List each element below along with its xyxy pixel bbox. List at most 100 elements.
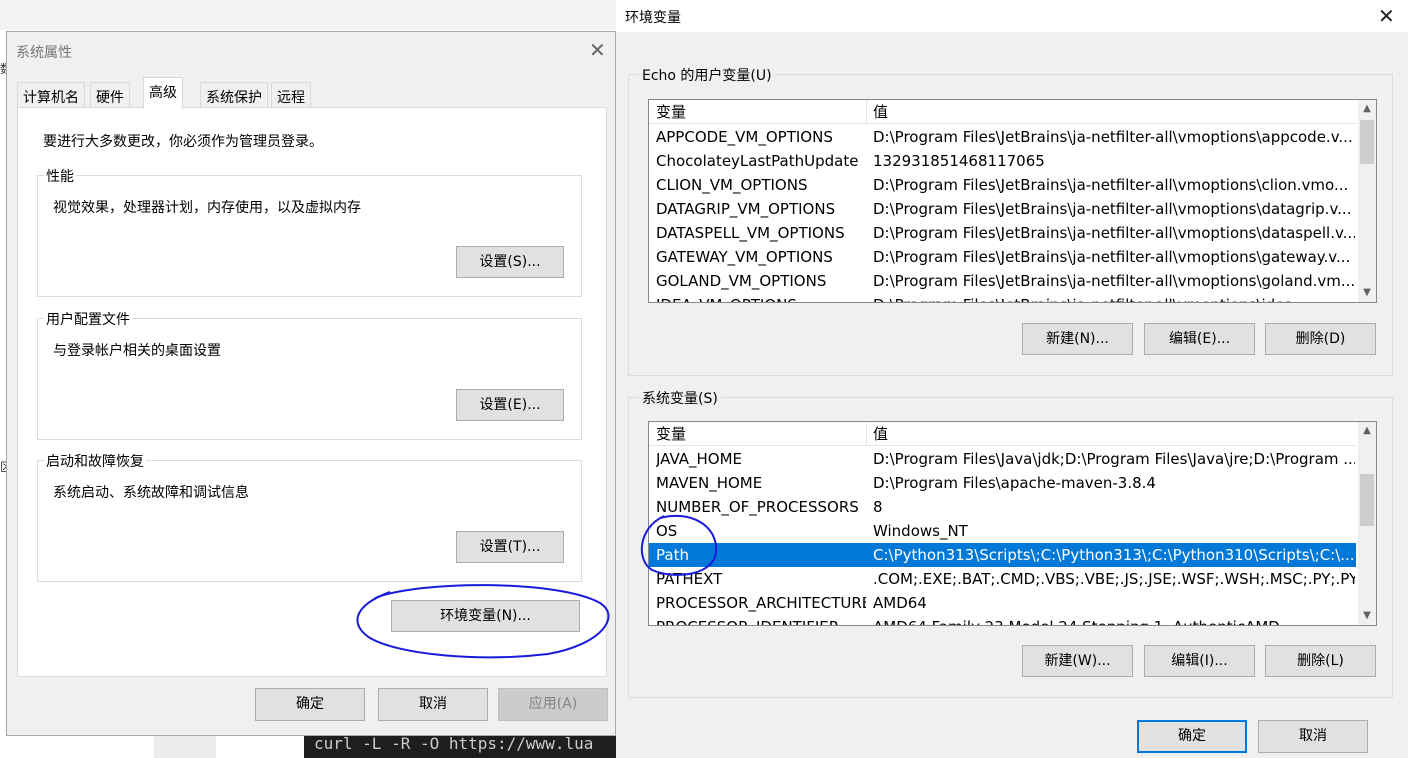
close-icon[interactable]: ✕ <box>1378 6 1395 26</box>
variable-name: JAVA_HOME <box>656 450 743 468</box>
scroll-down-icon[interactable]: ▼ <box>1358 284 1376 302</box>
variable-name: GOLAND_VM_OPTIONS <box>656 272 827 290</box>
user-delete-button[interactable]: 删除(D) <box>1265 323 1376 355</box>
variable-value: 8 <box>873 498 883 516</box>
table-row[interactable]: PROCESSOR_ARCHITECTURE AMD64 <box>649 591 1356 615</box>
table-row[interactable]: IDEA_VM_OPTIONS D:\Program Files\JetBrain… <box>649 293 1356 302</box>
group-title: 用户配置文件 <box>44 309 132 329</box>
table-row[interactable]: ChocolateyLastPathUpdate 1329318514681170… <box>649 149 1356 173</box>
variable-name: APPCODE_VM_OPTIONS <box>656 128 833 146</box>
section-title: Echo 的用户变量(U) <box>639 65 775 85</box>
table-row[interactable]: CLION_VM_OPTIONS D:\Program Files\JetBrai… <box>649 173 1356 197</box>
variable-name: DATASPELL_VM_OPTIONS <box>656 224 845 242</box>
tab-computer-name[interactable]: 计算机名 <box>17 82 85 108</box>
variable-name: PATHEXT <box>656 570 723 588</box>
scroll-down-icon[interactable]: ▼ <box>1358 607 1376 625</box>
scroll-up-icon[interactable]: ▲ <box>1358 422 1376 440</box>
variable-name: Path <box>656 546 689 564</box>
group-description: 系统启动、系统故障和调试信息 <box>53 485 249 501</box>
user-profiles-settings-button[interactable]: 设置(E)... <box>456 389 564 421</box>
environment-variables-button[interactable]: 环境变量(N)... <box>391 600 580 632</box>
group-title: 性能 <box>44 166 76 186</box>
user-variables-list[interactable]: 变量 值 APPCODE_VM_OPTIONS D:\Program Files\… <box>648 99 1377 303</box>
admin-note: 要进行大多数更改，你必须作为管理员登录。 <box>43 134 323 150</box>
tab-advanced[interactable]: 高级 <box>143 77 183 109</box>
user-new-button[interactable]: 新建(N)... <box>1022 323 1133 355</box>
advanced-tab-page: 要进行大多数更改，你必须作为管理员登录。 性能 视觉效果，处理器计划，内存使用，… <box>17 107 607 677</box>
column-header-value[interactable]: 值 <box>873 100 888 124</box>
close-icon[interactable]: ✕ <box>589 40 606 60</box>
ok-button[interactable]: 确定 <box>255 688 365 721</box>
table-row[interactable]: NUMBER_OF_PROCESSORS 8 <box>649 495 1356 519</box>
cancel-button[interactable]: 取消 <box>378 688 488 721</box>
environment-variables-dialog: 环境变量 ✕ Echo 的用户变量(U) 变量 值 APPCODE_VM_OPT… <box>616 0 1408 758</box>
list-header: 变量 值 <box>649 100 1356 124</box>
variable-name: IDEA_VM_OPTIONS <box>656 293 866 302</box>
variable-name: GATEWAY_VM_OPTIONS <box>656 248 833 266</box>
table-row[interactable]: JAVA_HOME D:\Program Files\Java\jdk;D:\Pr… <box>649 447 1356 471</box>
scroll-thumb[interactable] <box>1360 474 1374 526</box>
variable-value: AMD64 Family 23 Model 24 Stepping 1, Aut… <box>873 615 1355 625</box>
variable-value: Windows_NT <box>873 522 968 540</box>
tab-remote[interactable]: 远程 <box>271 82 311 108</box>
table-row[interactable]: PATHEXT .COM;.EXE;.BAT;.CMD;.VBS;.VBE;.JS… <box>649 567 1356 591</box>
system-list-scrollbar[interactable]: ▲ ▼ <box>1358 422 1376 625</box>
title-bar: 环境变量 ✕ <box>616 0 1408 32</box>
variable-name: NUMBER_OF_PROCESSORS <box>656 498 859 516</box>
scroll-up-icon[interactable]: ▲ <box>1358 100 1376 118</box>
system-delete-button[interactable]: 删除(L) <box>1265 645 1376 677</box>
table-row[interactable]: APPCODE_VM_OPTIONS D:\Program Files\JetBr… <box>649 125 1356 149</box>
table-row[interactable]: DATASPELL_VM_OPTIONS D:\Program Files\Jet… <box>649 221 1356 245</box>
system-variables-list[interactable]: 变量 值 JAVA_HOME D:\Program Files\Java\jdk;… <box>648 421 1377 626</box>
background-window-strip <box>0 0 616 30</box>
variable-name: CLION_VM_OPTIONS <box>656 176 808 194</box>
group-title: 启动和故障恢复 <box>44 451 146 471</box>
ok-button[interactable]: 确定 <box>1137 720 1247 753</box>
table-row[interactable]: PROCESSOR_IDENTIFIER AMD64 Family 23 Mode… <box>649 615 1356 625</box>
column-header-value[interactable]: 值 <box>873 422 888 446</box>
table-row[interactable]: DATAGRIP_VM_OPTIONS D:\Program Files\JetB… <box>649 197 1356 221</box>
table-row[interactable]: OS Windows_NT <box>649 519 1356 543</box>
dialog-title: 系统属性 <box>16 45 72 61</box>
startup-settings-button[interactable]: 设置(T)... <box>456 531 564 563</box>
system-new-button[interactable]: 新建(W)... <box>1022 645 1133 677</box>
group-description: 视觉效果，处理器计划，内存使用，以及虚拟内存 <box>53 200 361 216</box>
table-row[interactable]: MAVEN_HOME D:\Program Files\apache-maven-… <box>649 471 1356 495</box>
performance-settings-button[interactable]: 设置(S)... <box>456 246 564 278</box>
variable-name: MAVEN_HOME <box>656 474 763 492</box>
table-row[interactable]: Path C:\Python313\Scripts\;C:\Python313\;… <box>649 543 1356 567</box>
column-header-variable[interactable]: 变量 <box>656 100 686 124</box>
system-properties-dialog: 系统属性 ✕ 计算机名 硬件 高级 系统保护 远程 要进行大多数更改，你必须作为… <box>6 31 616 736</box>
variable-value: D:\Program Files\JetBrains\ja-netfilter-… <box>873 272 1355 290</box>
section-title: 系统变量(S) <box>639 388 721 408</box>
column-header-variable[interactable]: 变量 <box>656 422 686 446</box>
column-divider[interactable] <box>866 100 867 124</box>
variable-value: D:\Program Files\JetBrains\ja-netfilter-… <box>873 128 1353 146</box>
apply-button[interactable]: 应用(A) <box>498 688 608 721</box>
table-row[interactable]: GOLAND_VM_OPTIONS D:\Program Files\JetBra… <box>649 269 1356 293</box>
variable-value: D:\Program Files\JetBrains\ja-netfilter-… <box>873 200 1352 218</box>
cancel-button[interactable]: 取消 <box>1258 720 1368 753</box>
table-row[interactable]: GATEWAY_VM_OPTIONS D:\Program Files\JetBr… <box>649 245 1356 269</box>
variable-name: DATAGRIP_VM_OPTIONS <box>656 200 836 218</box>
variable-value: D:\Program Files\JetBrains\ja-netfilter-… <box>873 248 1351 266</box>
user-profiles-group: 用户配置文件 与登录帐户相关的桌面设置 设置(E)... <box>37 309 582 440</box>
tab-hardware[interactable]: 硬件 <box>90 82 130 108</box>
tab-system-protection[interactable]: 系统保护 <box>200 82 268 108</box>
variable-value: D:\Program Files\Java\jdk;D:\Program Fil… <box>873 450 1355 468</box>
performance-group: 性能 视觉效果，处理器计划，内存使用，以及虚拟内存 设置(S)... <box>37 166 582 297</box>
variable-value: 132931851468117065 <box>873 152 1045 170</box>
variable-value: D:\Program Files\JetBrains\ja-netfilter-… <box>873 176 1349 194</box>
variable-value: D:\Program Files\JetBrains\ja-netfilter-… <box>873 224 1355 242</box>
system-edit-button[interactable]: 编辑(I)... <box>1144 645 1255 677</box>
group-description: 与登录帐户相关的桌面设置 <box>53 343 221 359</box>
variable-name: ChocolateyLastPathUpdate <box>656 152 859 170</box>
user-edit-button[interactable]: 编辑(E)... <box>1144 323 1255 355</box>
column-divider[interactable] <box>866 422 867 446</box>
variable-name: PROCESSOR_ARCHITECTURE <box>656 594 866 612</box>
variable-value: C:\Python313\Scripts\;C:\Python313\;C:\P… <box>873 546 1355 564</box>
user-list-scrollbar[interactable]: ▲ ▼ <box>1358 100 1376 302</box>
scroll-thumb[interactable] <box>1360 120 1374 164</box>
variable-value: D:\Program Files\JetBrains\ja-netfilter-… <box>873 293 1355 302</box>
variable-value: .COM;.EXE;.BAT;.CMD;.VBS;.VBE;.JS;.JSE;.… <box>873 570 1355 588</box>
